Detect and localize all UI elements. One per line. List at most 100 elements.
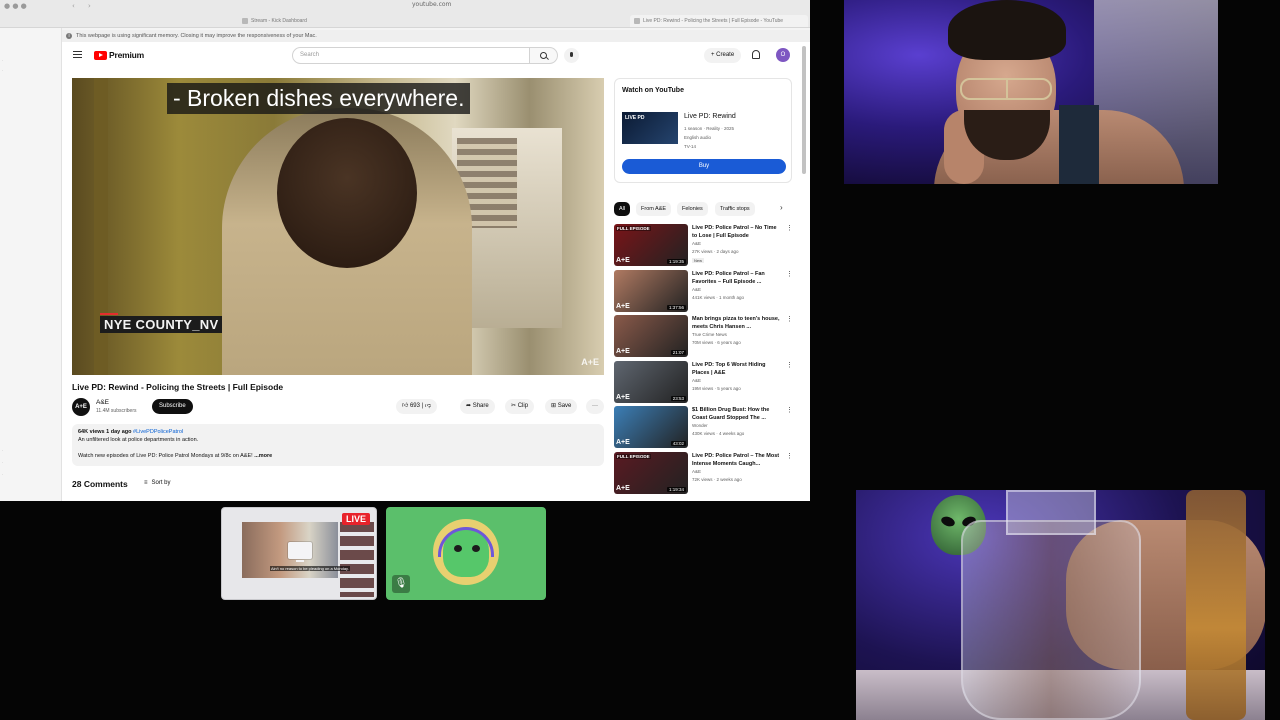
recommended-video-channel[interactable]: A&E bbox=[692, 287, 701, 292]
recommended-video-channel[interactable]: A&E bbox=[692, 241, 701, 246]
scrollbar[interactable] bbox=[802, 46, 806, 174]
recommended-video-title[interactable]: Live PD: Police Patrol – Fan Favorites –… bbox=[692, 270, 780, 286]
streamer-glasses bbox=[960, 78, 1052, 100]
more-options-icon[interactable]: ⋮ bbox=[786, 406, 793, 414]
browser-window: ● ● ● ‹ › youtube.com Stream - Kick Dash… bbox=[0, 0, 810, 501]
chip-felonies[interactable]: Felonies bbox=[677, 202, 708, 216]
video-player[interactable]: - Broken dishes everywhere. NYE COUNTY_N… bbox=[72, 78, 604, 375]
save-button[interactable]: ⊞ Save bbox=[545, 399, 578, 414]
tab-youtube[interactable]: Live PD: Rewind - Policing the Streets |… bbox=[630, 15, 808, 27]
microphone-icon[interactable] bbox=[564, 48, 579, 63]
buy-button[interactable]: Buy bbox=[622, 159, 786, 174]
recommended-video[interactable]: FULL EPISODE A+E 1:19:34 Live PD: Police Pa… bbox=[614, 451, 794, 494]
more-options-icon[interactable]: ⋮ bbox=[786, 452, 793, 460]
subscribe-button[interactable]: Subscribe bbox=[152, 399, 193, 414]
tab-label: Live PD: Rewind - Policing the Streets |… bbox=[643, 18, 784, 24]
channel-avatar[interactable]: A+E bbox=[72, 398, 90, 416]
recommended-video-title[interactable]: Live PD: Police Patrol – No Time to Lose… bbox=[692, 224, 780, 240]
more-options-icon[interactable]: ⋮ bbox=[786, 270, 793, 278]
chip-from-ae[interactable]: From A&E bbox=[636, 202, 672, 216]
channel-name[interactable]: A&E bbox=[96, 399, 109, 406]
youtube-header: Premium Search + Create O bbox=[62, 42, 810, 70]
forward-arrow-icon[interactable]: › bbox=[88, 2, 91, 10]
sidebar-item[interactable]: · bbox=[2, 58, 4, 63]
sidebar-item[interactable]: · bbox=[2, 68, 4, 73]
screenshare-preview-sidebar bbox=[340, 522, 374, 597]
hashtag-link[interactable]: #LivePDPolicePatrol bbox=[133, 429, 183, 435]
chip-traffic-stops[interactable]: Traffic stops bbox=[715, 202, 755, 216]
video-description[interactable]: 64K views 1 day ago #LivePDPolicePatrol … bbox=[72, 424, 604, 466]
recommended-video[interactable]: A+E 43:02 $1 Billion Drug Bust: How the Co… bbox=[614, 406, 794, 448]
chyron-accent bbox=[100, 313, 118, 315]
description-line: Watch new episodes of Live PD: Police Pa… bbox=[78, 453, 273, 459]
chip-all[interactable]: All bbox=[614, 202, 631, 216]
memory-warning-bar: i This webpage is using significant memo… bbox=[62, 30, 810, 42]
sidebar-item[interactable]: · bbox=[2, 460, 4, 465]
monitor-icon bbox=[288, 542, 312, 562]
share-label: Share bbox=[472, 403, 489, 409]
mic-muted-icon[interactable]: 🎙︎ bbox=[392, 575, 410, 593]
recommended-video-title[interactable]: Live PD: Police Patrol – The Most Intens… bbox=[692, 452, 780, 468]
network-logo: A+E bbox=[616, 302, 630, 310]
description-stats-line: 64K views 1 day ago #LivePDPolicePatrol bbox=[78, 429, 184, 435]
recommended-video-title[interactable]: Man brings pizza to teen's house, meets … bbox=[692, 315, 780, 331]
video-thumbnail[interactable]: A+E 21:07 bbox=[614, 315, 688, 357]
video-thumbnail[interactable]: FULL EPISODE A+E 1:19:35 bbox=[614, 224, 688, 266]
sort-by-button[interactable]: Sort by bbox=[144, 480, 171, 486]
more-options-icon[interactable]: ⋮ bbox=[786, 224, 793, 232]
description-more-link[interactable]: ...more bbox=[254, 453, 272, 459]
video-thumbnail[interactable]: A+E 1:37:56 bbox=[614, 269, 688, 312]
more-options-icon[interactable]: ⋮ bbox=[786, 361, 793, 369]
search-icon[interactable] bbox=[530, 47, 558, 64]
recommended-video-title[interactable]: Live PD: Top 6 Worst Hiding Places | A&E bbox=[692, 361, 780, 377]
recommended-video-channel[interactable]: A&E bbox=[692, 378, 701, 383]
recommended-video-stats: 19M views · 5 years ago bbox=[692, 385, 741, 391]
share-button[interactable]: ➦ Share bbox=[460, 399, 495, 414]
menu-icon[interactable] bbox=[73, 51, 82, 58]
video-thumbnail[interactable]: FULL EPISODE A+E 1:19:34 bbox=[614, 451, 688, 494]
chevron-right-icon[interactable]: › bbox=[780, 203, 783, 212]
video-duration: 23:53 bbox=[670, 395, 686, 401]
notifications-bell-icon[interactable] bbox=[752, 50, 760, 59]
account-avatar[interactable]: O bbox=[776, 48, 790, 62]
tab-kick-dashboard[interactable]: Stream - Kick Dashboard bbox=[238, 15, 488, 27]
show-meta: 1 season · Reality · 2025 bbox=[684, 126, 735, 131]
glass-jar bbox=[961, 520, 1141, 720]
like-button[interactable]: 👍︎ 693 | 👎︎ bbox=[396, 399, 437, 414]
youtube-logo[interactable]: Premium bbox=[94, 50, 144, 60]
more-options-icon[interactable]: ⋮ bbox=[786, 315, 793, 323]
recommended-video-title[interactable]: $1 Billion Drug Bust: How the Coast Guar… bbox=[692, 406, 780, 422]
logo-text: Premium bbox=[109, 50, 144, 60]
search-input[interactable]: Search bbox=[292, 47, 530, 64]
tab-favicon-icon bbox=[634, 18, 640, 24]
screenshare-tile[interactable]: Ain't no reason to be pleading on a Mond… bbox=[221, 507, 377, 600]
memory-warning-text: This webpage is using significant memory… bbox=[76, 33, 317, 39]
more-actions-button[interactable]: ··· bbox=[586, 399, 604, 414]
create-button[interactable]: + Create bbox=[704, 48, 742, 63]
participant-avatar-tile[interactable]: 🎙︎ bbox=[386, 507, 546, 600]
recommended-video[interactable]: A+E 23:53 Live PD: Top 6 Worst Hiding Plac… bbox=[614, 360, 794, 403]
show-thumbnail[interactable]: LIVE PD bbox=[622, 112, 678, 144]
video-thumbnail[interactable]: A+E 43:02 bbox=[614, 406, 688, 448]
sidebar-item[interactable]: · bbox=[2, 448, 4, 453]
recommended-video-channel[interactable]: Wonder bbox=[692, 423, 708, 428]
network-logo: A+E bbox=[616, 257, 630, 264]
recommended-video-stats: 70M views · 6 years ago bbox=[692, 340, 741, 345]
recommended-video[interactable]: FULL EPISODE A+E 1:19:35 Live PD: Police Pa… bbox=[614, 224, 794, 266]
recommended-video-channel[interactable]: True Crime News bbox=[692, 332, 727, 337]
clip-button[interactable]: ✂ Clip bbox=[505, 399, 535, 414]
recommended-video[interactable]: A+E 21:07 Man brings pizza to teen's house… bbox=[614, 315, 794, 357]
recommended-video-channel[interactable]: A&E bbox=[692, 469, 701, 474]
back-arrow-icon[interactable]: ‹ bbox=[72, 2, 75, 10]
window-controls[interactable]: ● ● ● bbox=[4, 2, 27, 10]
bookmark-icon: ⊞ bbox=[551, 403, 558, 409]
show-rating: TV-14 bbox=[684, 144, 697, 149]
show-title[interactable]: Live PD: Rewind bbox=[684, 113, 736, 120]
thumbnail-badge: FULL EPISODE bbox=[616, 226, 651, 231]
video-subtitle: - Broken dishes everywhere. bbox=[167, 83, 471, 114]
address-bar[interactable]: youtube.com bbox=[412, 1, 451, 8]
recommended-video[interactable]: A+E 1:37:56 Live PD: Police Patrol – Fan F… bbox=[614, 269, 794, 312]
video-thumbnail[interactable]: A+E 23:53 bbox=[614, 360, 688, 403]
tab-label: Stream - Kick Dashboard bbox=[251, 18, 307, 24]
sidebar-item[interactable]: · bbox=[2, 472, 4, 477]
